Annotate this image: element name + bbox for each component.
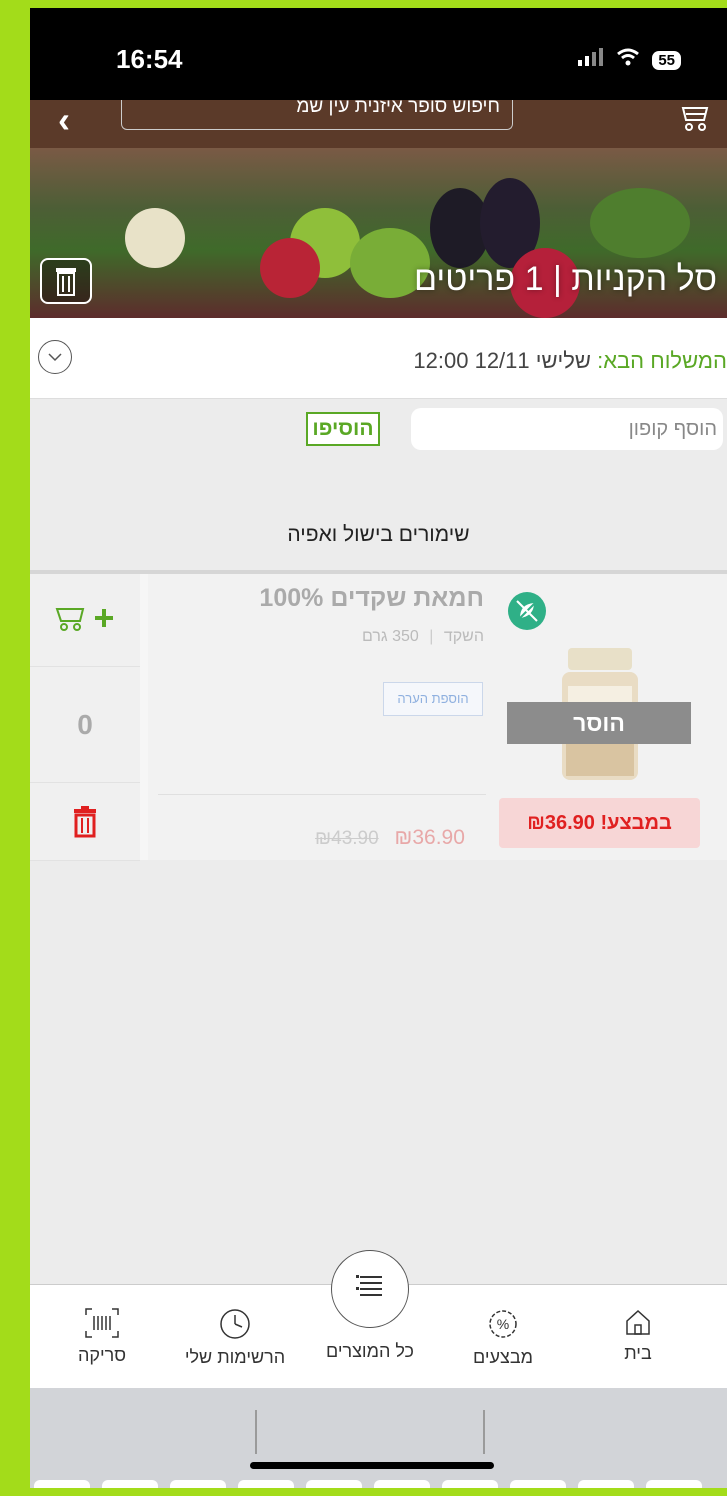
- app-header: ‹ חיפוש סופר איזנית עין שמ: [30, 100, 727, 148]
- category-title: שימורים בישול ואפיה: [287, 523, 470, 546]
- clock-icon: [220, 1309, 250, 1339]
- cart-item: 0 חמאת שקדים 100% השקד | 350 גרם הוספת ה…: [30, 574, 727, 861]
- search-input[interactable]: חיפוש סופר איזנית עין שמ: [121, 100, 513, 130]
- product-name: חמאת שקדים 100%: [259, 584, 484, 612]
- status-bar: 16:54 55: [30, 8, 727, 100]
- home-indicator[interactable]: [250, 1462, 494, 1469]
- status-icons: 55: [578, 48, 681, 72]
- meta-separator: |: [429, 628, 434, 645]
- next-delivery-bar[interactable]: המשלוח הבא: שלישי 12/11 12:00: [30, 318, 727, 399]
- divider: [483, 1410, 485, 1454]
- cart-title: סל הקניות | 1 פריטים: [414, 260, 717, 298]
- banner-decoration: [260, 238, 320, 298]
- list-icon: [356, 1275, 382, 1296]
- status-time: 16:54: [116, 44, 183, 74]
- keyboard-key[interactable]: [646, 1480, 702, 1488]
- back-icon[interactable]: ‹: [58, 102, 70, 138]
- banner-decoration: [590, 188, 690, 258]
- keyboard-key[interactable]: [442, 1480, 498, 1488]
- wifi-icon: [616, 48, 640, 72]
- vegan-icon: [508, 592, 546, 630]
- quantity-value[interactable]: 0: [30, 667, 140, 783]
- keyboard-key[interactable]: [170, 1480, 226, 1488]
- percent-badge-icon: %: [489, 1310, 517, 1338]
- keyboard-key[interactable]: [238, 1480, 294, 1488]
- cart-banner: סל הקניות | 1 פריטים: [30, 148, 727, 318]
- delivery-value: שלישי 12/11 12:00: [413, 348, 591, 373]
- add-to-list-button[interactable]: [30, 574, 140, 667]
- keyboard-key[interactable]: [374, 1480, 430, 1488]
- divider: [255, 1410, 257, 1454]
- banner-decoration: [125, 208, 185, 268]
- nav-home-label: בית: [624, 1343, 652, 1363]
- keyboard-key[interactable]: [102, 1480, 158, 1488]
- column-separator: [140, 574, 148, 860]
- add-note-button[interactable]: הוספת הערה: [383, 682, 483, 716]
- svg-text:%: %: [497, 1316, 509, 1332]
- chevron-down-icon[interactable]: [38, 340, 72, 374]
- trash-icon: [56, 268, 76, 296]
- barcode-icon: [85, 1308, 119, 1338]
- nav-home[interactable]: בית: [578, 1285, 698, 1364]
- product-weight: 350 גרם: [361, 628, 419, 645]
- keyboard-key[interactable]: [34, 1480, 90, 1488]
- coupon-input[interactable]: הוסף קופון: [411, 408, 723, 450]
- nav-scan[interactable]: סריקה: [42, 1285, 162, 1366]
- nav-my-lists-label: הרשימות שלי: [184, 1347, 286, 1367]
- add-coupon-button[interactable]: הוסיפו: [306, 412, 380, 446]
- home-icon: [626, 1309, 650, 1335]
- divider: [158, 794, 486, 795]
- signal-icon: [578, 48, 604, 72]
- remove-item-button[interactable]: [30, 783, 140, 861]
- product-brand: השקד: [443, 628, 484, 645]
- delivery-text: המשלוח הבא: שלישי 12/11 12:00: [413, 348, 727, 374]
- product-old-price: ₪43.90: [315, 828, 379, 849]
- delivery-label: המשלוח הבא:: [597, 348, 727, 373]
- nav-deals[interactable]: % מבצעים: [443, 1285, 563, 1368]
- product-prices: ₪36.90 ₪43.90: [315, 826, 465, 850]
- keyboard-area: [30, 1388, 727, 1488]
- battery-icon: 55: [652, 50, 681, 70]
- product-meta: השקד | 350 גרם: [362, 628, 484, 646]
- product-price: ₪36.90: [394, 826, 465, 849]
- nav-scan-label: סריקה: [77, 1345, 127, 1365]
- app-screen: 16:54 55 ‹ חיפוש סופר איזנית עין שמ סל ה…: [30, 8, 727, 1488]
- keyboard-key[interactable]: [510, 1480, 566, 1488]
- nav-all-products-label: כל המוצרים: [325, 1341, 415, 1361]
- clear-cart-button[interactable]: [40, 258, 92, 304]
- trash-icon: [74, 805, 96, 837]
- cart-icon[interactable]: [679, 100, 711, 134]
- cart-plus-icon: [55, 608, 113, 631]
- all-products-circle-button[interactable]: [331, 1250, 409, 1328]
- keyboard-key[interactable]: [578, 1480, 634, 1488]
- nav-my-lists[interactable]: הרשימות שלי: [175, 1285, 295, 1368]
- removed-badge: הוסר: [507, 702, 691, 744]
- keyboard-key[interactable]: [306, 1480, 362, 1488]
- nav-deals-label: מבצעים: [473, 1347, 533, 1367]
- sale-badge: במבצע! ₪36.90: [499, 798, 700, 848]
